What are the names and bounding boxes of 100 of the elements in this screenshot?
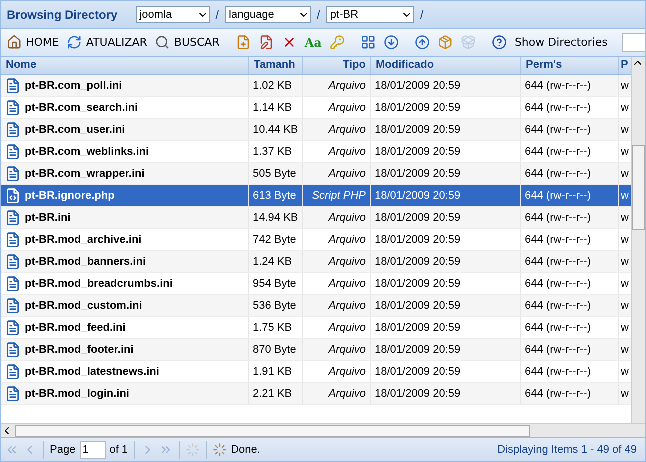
rename-button[interactable]: Aa [302, 34, 324, 52]
file-row[interactable]: pt-BR.mod_feed.ini 1.75 KB Arquivo 18/01/2009 20:59 644 (rw-r--r--) w [1, 317, 631, 339]
table-cell: 18/01/2009 20:59 [371, 317, 521, 338]
refresh-icon [67, 35, 82, 50]
horizontal-scrollbar[interactable] [1, 423, 645, 437]
file-row[interactable]: pt-BR.com_user.ini 10.44 KB Arquivo 18/01/2009 20:59 644 (rw-r--r--) w [1, 119, 631, 141]
column-header[interactable]: Perm's [521, 57, 619, 74]
scrollbar-thumb[interactable] [15, 424, 530, 436]
table-cell: Arquivo [303, 295, 371, 316]
path-separator: / [317, 8, 320, 22]
table-cell: 18/01/2009 20:59 [371, 229, 521, 250]
file-icon [5, 364, 21, 380]
column-header[interactable]: Tamanh [249, 57, 303, 74]
home-button[interactable]: HOME [5, 33, 62, 52]
open-package-icon [460, 35, 476, 50]
table-cell: 18/01/2009 20:59 [371, 75, 521, 96]
reload-button[interactable] [186, 442, 200, 456]
file-row[interactable]: pt-BR.mod_login.ini 2.21 KB Arquivo 18/01/2009 20:59 644 (rw-r--r--) w [1, 383, 631, 405]
column-header[interactable]: Tipo [303, 57, 371, 74]
table-cell: 954 Byte [249, 273, 303, 294]
table-cell: Arquivo [303, 251, 371, 272]
table-cell: 18/01/2009 20:59 [371, 361, 521, 382]
file-icon [5, 232, 21, 248]
file-icon [5, 342, 21, 358]
path-separator: / [216, 8, 220, 22]
table-cell: 613 Byte [249, 185, 303, 206]
table-cell: 742 Byte [249, 229, 303, 250]
table-cell: 644 (rw-r--r--) [521, 207, 619, 228]
file-row[interactable]: pt-BR.mod_footer.ini 870 Byte Arquivo 18/01/2009 20:59 644 (rw-r--r--) w [1, 339, 631, 361]
help-icon [492, 35, 507, 50]
table-cell: 644 (rw-r--r--) [521, 185, 619, 206]
download-button[interactable] [382, 33, 401, 52]
window-title: Browsing Directory [7, 8, 118, 22]
table-cell: 1.14 KB [249, 97, 303, 118]
table-cell: 644 (rw-r--r--) [521, 119, 619, 140]
column-header[interactable]: Nome [1, 57, 249, 74]
file-name: pt-BR.mod_login.ini [25, 388, 130, 400]
page-count: of 1 [110, 444, 128, 456]
key-icon [330, 35, 345, 50]
file-row[interactable]: pt-BR.mod_breadcrumbs.ini 954 Byte Arquivo 18/01/2009 20:59 644 (rw-r--r--) w [1, 273, 631, 295]
file-icon [5, 78, 21, 94]
table-cell: 644 (rw-r--r--) [521, 251, 619, 272]
table-cell: Arquivo [303, 97, 371, 118]
directory-select[interactable]: language [225, 6, 312, 23]
file-row[interactable]: pt-BR.com_search.ini 1.14 KB Arquivo 18/01/2009 20:59 644 (rw-r--r--) w [1, 97, 631, 119]
code-file-icon [5, 188, 21, 204]
directory-select[interactable]: joomla [136, 6, 210, 23]
file-name: pt-BR.ignore.php [25, 190, 115, 202]
refresh-button[interactable]: ATUALIZAR [65, 33, 150, 52]
table-cell: 18/01/2009 20:59 [371, 207, 521, 228]
file-name: pt-BR.com_search.ini [25, 102, 138, 114]
table-cell: 14.94 KB [249, 207, 303, 228]
items-summary: Displaying Items 1 - 49 of 49 [498, 444, 638, 456]
table-cell: Arquivo [303, 339, 371, 360]
table-cell: 644 (rw-r--r--) [521, 141, 619, 162]
page-field[interactable]: 1 [80, 440, 106, 458]
path-separator: / [420, 8, 424, 22]
file-name: pt-BR.com_wrapper.ini [25, 168, 145, 180]
help-button[interactable] [490, 33, 509, 52]
download-icon [384, 35, 399, 50]
file-row[interactable]: pt-BR.ini 14.94 KB Arquivo 18/01/2009 20:59 644 (rw-r--r--) w [1, 207, 631, 229]
table-cell: 536 Byte [249, 295, 303, 316]
home-icon [7, 35, 22, 50]
file-row[interactable]: pt-BR.mod_latestnews.ini 1.91 KB Arquivo 18/01/2009 20:59 644 (rw-r--r--) w [1, 361, 631, 383]
file-icon [5, 298, 21, 314]
table-cell: 1.75 KB [249, 317, 303, 338]
edit-file-icon [258, 35, 274, 50]
file-name: pt-BR.com_poll.ini [25, 80, 122, 92]
directory-select[interactable]: pt-BR [326, 6, 414, 23]
file-row[interactable]: pt-BR.mod_archive.ini 742 Byte Arquivo 18/01/2009 20:59 644 (rw-r--r--) w [1, 229, 631, 251]
file-row[interactable]: pt-BR.com_weblinks.ini 1.37 KB Arquivo 18/01/2009 20:59 644 (rw-r--r--) w [1, 141, 631, 163]
search-icon [155, 35, 170, 50]
search-button[interactable]: BUSCAR [153, 33, 222, 52]
table-cell: Arquivo [303, 163, 371, 184]
table-cell: 644 (rw-r--r--) [521, 75, 619, 96]
upload-button[interactable] [412, 33, 432, 52]
table-cell: 1.24 KB [249, 251, 303, 272]
file-row[interactable]: pt-BR.mod_banners.ini 1.24 KB Arquivo 18/01/2009 20:59 644 (rw-r--r--) w [1, 251, 631, 273]
file-row[interactable]: pt-BR.mod_custom.ini 536 Byte Arquivo 18/01/2009 20:59 644 (rw-r--r--) w [1, 295, 631, 317]
scrollbar-thumb[interactable] [632, 145, 645, 230]
table-cell: 644 (rw-r--r--) [521, 163, 619, 184]
file-row[interactable]: pt-BR.com_wrapper.ini 505 Byte Arquivo 18/01/2009 20:59 644 (rw-r--r--) w [1, 163, 631, 185]
file-row[interactable]: pt-BR.ignore.php 613 Byte Script PHP 18/01/2009 20:59 644 (rw-r--r--) w [1, 185, 631, 207]
show-directories-button[interactable]: Show Directories [512, 34, 610, 51]
table-cell: 18/01/2009 20:59 [371, 273, 521, 294]
file-name: pt-BR.mod_latestnews.ini [25, 366, 160, 378]
table-cell: 644 (rw-r--r--) [521, 339, 619, 360]
file-row[interactable]: pt-BR.com_poll.ini 1.02 KB Arquivo 18/01/2009 20:59 644 (rw-r--r--) w [1, 75, 631, 97]
vertical-scrollbar[interactable] [631, 57, 645, 423]
file-icon [5, 122, 21, 138]
column-header[interactable]: Modificado [371, 57, 521, 74]
table-cell: 644 (rw-r--r--) [521, 317, 619, 338]
file-icon [5, 254, 21, 270]
status-text: Done. [231, 444, 260, 456]
table-cell: Arquivo [303, 317, 371, 338]
table-cell: 644 (rw-r--r--) [521, 97, 619, 118]
file-icon [5, 320, 21, 336]
file-icon [5, 100, 21, 116]
permissions-button[interactable] [328, 33, 347, 52]
file-name: pt-BR.mod_footer.ini [25, 344, 134, 356]
